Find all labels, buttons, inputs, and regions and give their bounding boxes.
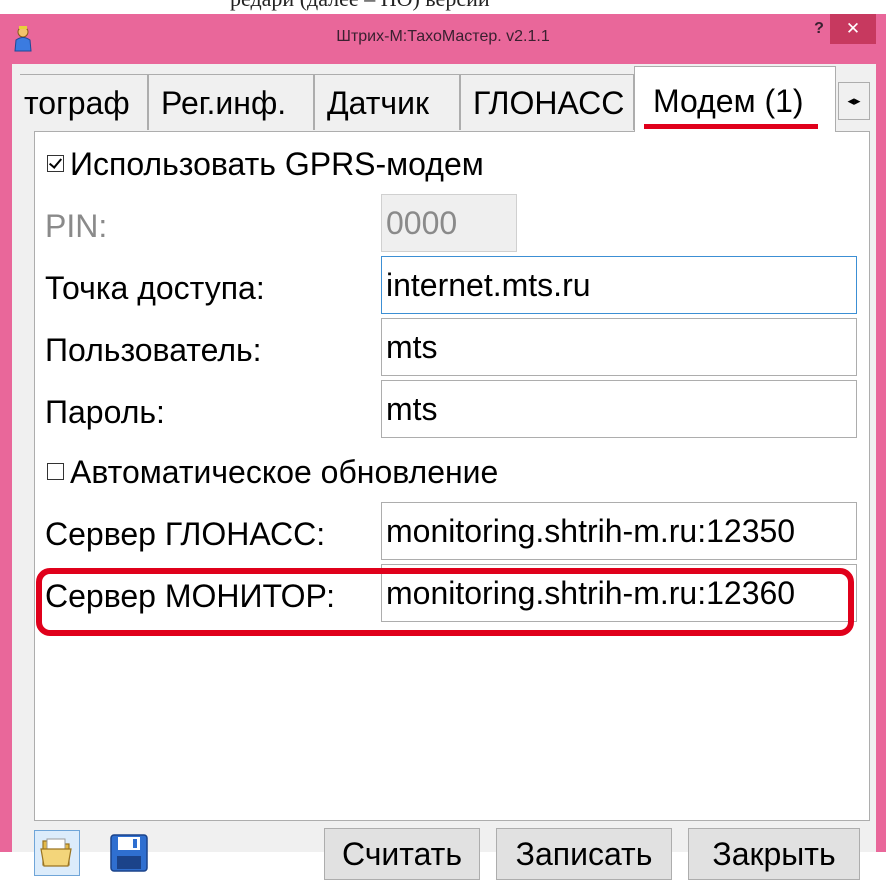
tab-sensor[interactable]: Датчик [314,74,460,130]
close-window-button[interactable]: ✕ [830,14,876,44]
tab-glonass[interactable]: ГЛОНАСС [460,74,634,130]
tab-tachograph[interactable]: тограф [20,74,148,130]
password-label: Пароль: [45,394,165,430]
chevron-right-icon[interactable]: ▸ [854,93,861,108]
access-point-field[interactable]: internet.mts.ru [381,256,857,314]
auto-update-label: Автоматическое обновление [70,454,499,490]
modem-tab-panel: Использовать GPRS-модем PIN: 0000 Точка … [34,131,870,821]
save-file-button[interactable] [106,830,152,876]
open-file-button[interactable] [34,830,80,876]
read-button[interactable]: Считать [324,828,480,880]
close-button[interactable]: Закрыть [688,828,860,880]
tab-scroll-arrows[interactable]: ◂▸ [838,82,870,120]
pin-field[interactable]: 0000 [381,194,517,252]
monitor-server-field[interactable]: monitoring.shtrih-m.ru:12360 [381,564,857,622]
glonass-server-field[interactable]: monitoring.shtrih-m.ru:12350 [381,502,857,560]
glonass-server-label: Сервер ГЛОНАСС: [45,516,326,552]
access-point-label: Точка доступа: [45,270,265,306]
monitor-server-label: Сервер МОНИТОР: [45,578,336,614]
pin-label: PIN: [45,208,108,244]
caption-text: редари (далее – ПО) версии [230,0,490,12]
use-gprs-label: Использовать GPRS-модем [70,146,484,182]
use-gprs-checkbox[interactable]: Использовать GPRS-модем [41,146,484,183]
app-window: Штрих-М:ТахоМастер. v2.1.1 ? ✕ тограф Ре… [0,14,886,880]
title-bar[interactable]: Штрих-М:ТахоМастер. v2.1.1 ? ✕ [0,14,886,64]
window-title: Штрих-М:ТахоМастер. v2.1.1 [336,28,550,45]
help-button[interactable]: ? [806,20,832,42]
checkbox-unchecked-icon[interactable] [47,463,64,481]
tab-modem[interactable]: Модем (1) [634,66,836,132]
checkbox-checked-icon[interactable] [47,155,64,173]
password-field[interactable]: mts [381,380,857,438]
folder-icon [35,838,79,879]
window-client-area: тограф Рег.инф. Датчик ГЛОНАСС Модем (1)… [12,64,876,880]
user-field[interactable]: mts [381,318,857,376]
document-caption-fragment: редари (далее – ПО) версии [0,0,886,14]
user-label: Пользователь: [45,332,262,368]
floppy-disk-icon [107,834,151,879]
write-button[interactable]: Записать [496,828,672,880]
tab-reg-info[interactable]: Рег.инф. [148,74,314,130]
auto-update-checkbox[interactable]: Автоматическое обновление [41,454,498,491]
tab-annotation-underline [644,124,818,129]
